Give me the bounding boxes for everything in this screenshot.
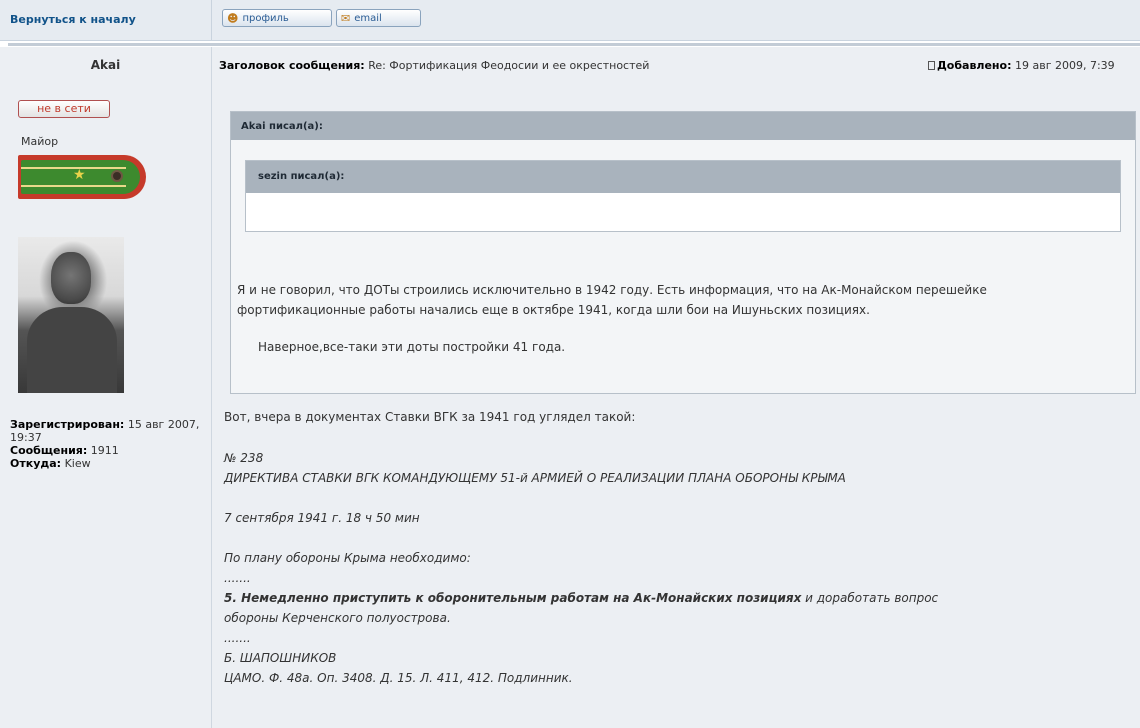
archive-source: ЦАМО. Ф. 48а. Оп. 3408. Д. 15. Л. 411, 4… (224, 671, 573, 685)
top-nav-left-cell: Вернуться к началу (0, 0, 212, 40)
post-date: Добавлено: 19 авг 2009, 7:39 (928, 59, 1115, 72)
quote-text-line: фортификационные работы начались еще в о… (237, 303, 870, 317)
poster-username[interactable]: Akai (0, 58, 211, 72)
subject-value: Re: Фортификация Феодосии и ее окрестнос… (368, 59, 650, 72)
doc-number: № 238 (224, 451, 264, 465)
avatar-figure-body (27, 307, 117, 393)
rank-insignia-image: ★ (18, 155, 146, 199)
top-nav-bar: Вернуться к началу ☻ профиль ✉ email (0, 0, 1140, 41)
signature: Б. ШАПОШНИКОВ (224, 651, 337, 665)
quote-text: Я и не говорил, что ДОТы строились исклю… (237, 280, 1137, 320)
star-icon: ★ (73, 167, 86, 183)
plan-intro: По плану обороны Крыма необходимо: (224, 551, 471, 565)
profile-button-label: профиль (242, 12, 289, 24)
avatar-figure-face (51, 252, 91, 304)
ellipsis-line: ....... (224, 631, 251, 645)
nested-quote-author: sezin писал(а): (246, 161, 1120, 193)
quote-block: Akai писал(а): sezin писал(а): Наверное,… (230, 111, 1136, 394)
subject-label: Заголовок сообщения: (219, 59, 365, 72)
rank-insignia-field: ★ (21, 160, 140, 194)
poster-profile-column: Akai не в сети Майор ★ Зарегистрирован: … (0, 47, 212, 728)
post-body: Вот, вчера в документах Ставки ВГК за 19… (224, 407, 1124, 688)
envelope-icon: ✉ (341, 11, 351, 25)
directive-item-5: 5. Немедленно приступить к оборонительны… (224, 588, 1124, 608)
doc-date: 7 сентября 1941 г. 18 ч 50 мин (224, 511, 420, 525)
directive-item-5-bold: 5. Немедленно приступить к оборонительны… (224, 591, 802, 605)
profile-button[interactable]: ☻ профиль (222, 9, 332, 27)
email-button-label: email (354, 12, 382, 24)
registered-label: Зарегистрирован: (10, 418, 125, 431)
online-status-badge: не в сети (18, 100, 110, 118)
location-label: Откуда: (10, 457, 62, 470)
quote-author: Akai писал(а): (231, 112, 1135, 140)
location-value: Kiew (64, 457, 91, 470)
poster-profile-info: Зарегистрирован: 15 авг 2007, 19:37 Сооб… (10, 418, 205, 470)
poster-rank: Майор (21, 135, 59, 148)
email-button[interactable]: ✉ email (336, 9, 421, 27)
post-separator (8, 43, 1140, 46)
directive-item-5-rest: и доработать вопрос (801, 591, 939, 605)
posts-label: Сообщения: (10, 444, 88, 457)
date-label: Добавлено: (937, 59, 1012, 72)
back-to-top-link[interactable]: Вернуться к началу (10, 13, 136, 26)
nested-quote-text: Наверное,все-таки эти доты постройки 41 … (258, 340, 566, 354)
date-value: 19 авг 2009, 7:39 (1015, 59, 1115, 72)
ellipsis-line: ....... (224, 571, 251, 585)
nested-quote-block: sezin писал(а): Наверное,все-таки эти до… (245, 160, 1121, 354)
doc-title: ДИРЕКТИВА СТАВКИ ВГК КОМАНДУЮЩЕМУ 51-й А… (224, 471, 846, 485)
post-intro: Вот, вчера в документах Ставки ВГК за 19… (224, 410, 636, 424)
post-subject: Заголовок сообщения: Re: Фортификация Фе… (219, 59, 649, 72)
user-icon: ☻ (227, 11, 239, 25)
insignia-button-icon (111, 170, 123, 182)
post-content-column: Заголовок сообщения: Re: Фортификация Фе… (212, 47, 1140, 728)
avatar (18, 237, 124, 393)
directive-item-5-line2: обороны Керченского полуострова. (224, 611, 451, 625)
post-link-icon[interactable] (928, 61, 935, 70)
quote-text-line: Я и не говорил, что ДОТы строились исклю… (237, 283, 987, 297)
posts-count: 1911 (90, 444, 119, 457)
